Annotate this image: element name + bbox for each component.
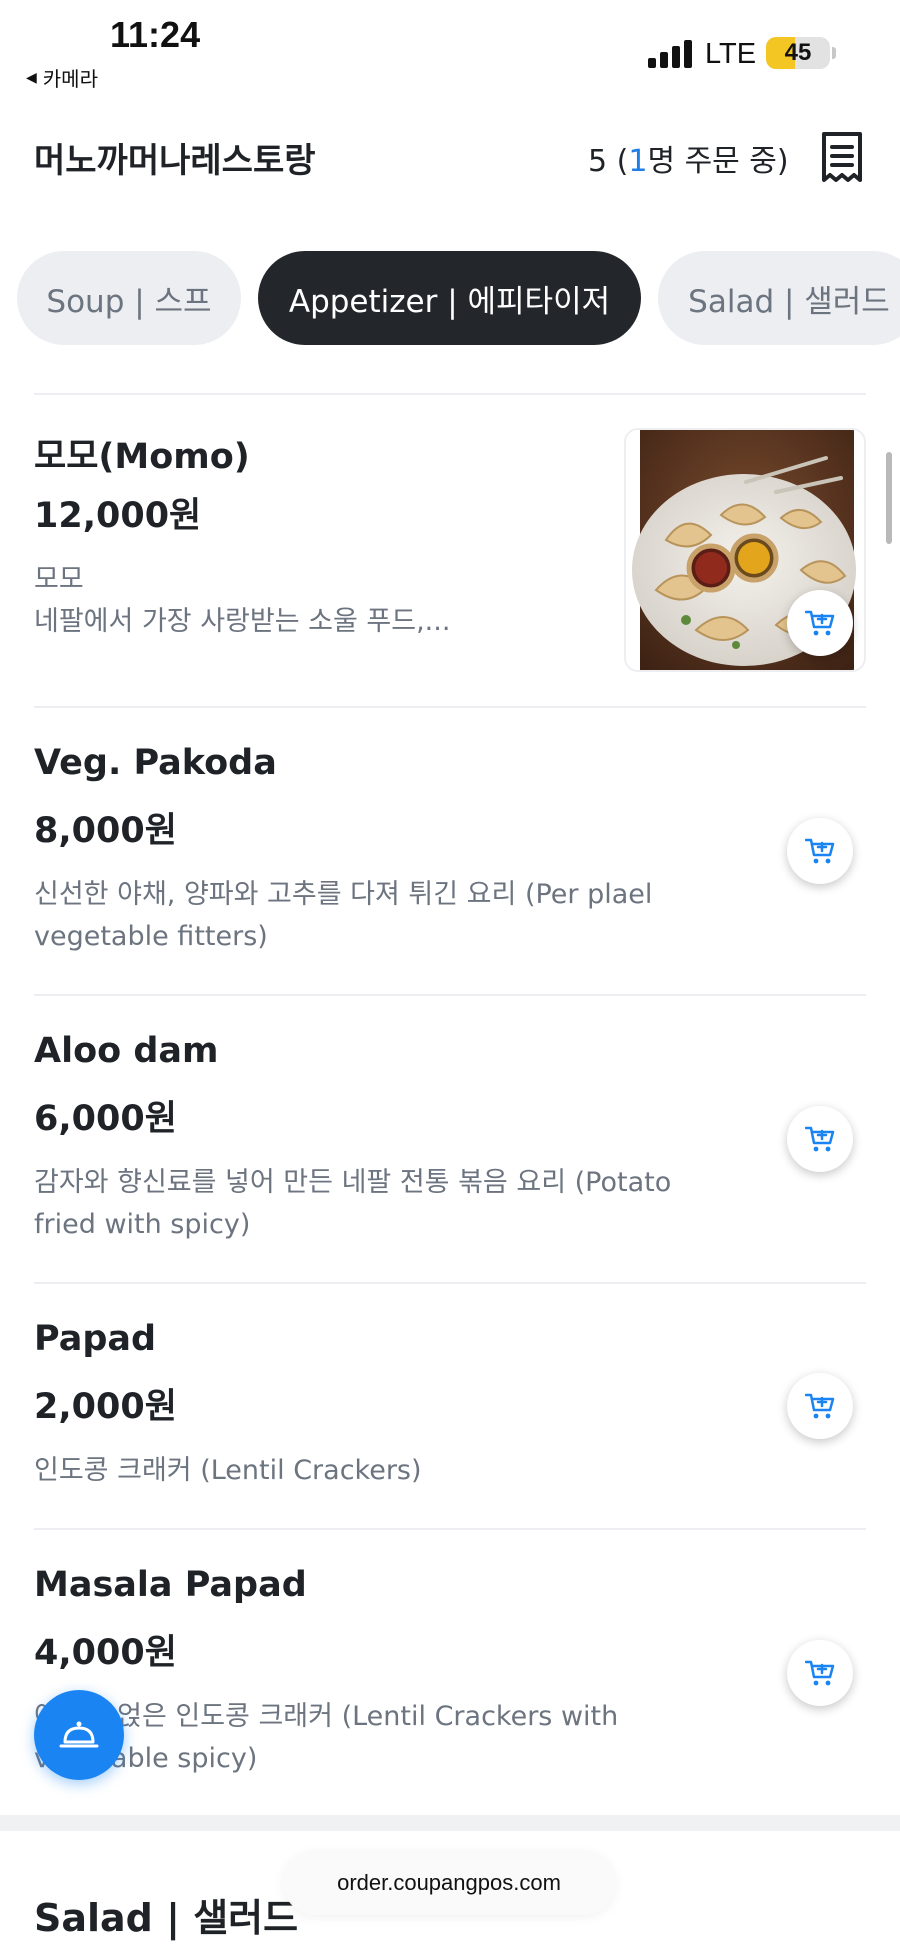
browser-url-bar[interactable]: order.coupangpos.com xyxy=(283,1851,615,1915)
network-type: LTE xyxy=(705,38,757,70)
category-tabs: Soup | 스프 Appetizer | 에피타이저 Salad | 샐러드 xyxy=(0,251,900,345)
section-title-salad: Salad | 샐러드 xyxy=(34,1896,299,1940)
item-name: Aloo dam xyxy=(34,1031,219,1071)
add-to-cart-button[interactable] xyxy=(787,1640,853,1706)
back-triangle-icon: ◀ xyxy=(26,69,37,86)
battery-percent: 45 xyxy=(784,39,812,66)
order-suffix: 명 주문 중) xyxy=(647,144,789,179)
order-count: 5 xyxy=(588,144,608,179)
menu-page: 11:24 ◀ 카메라 LTE 45 머노까머나레스토랑 5 (1명 주문 중)… xyxy=(0,0,900,1947)
add-to-cart-icon xyxy=(805,838,835,864)
add-to-cart-button[interactable] xyxy=(787,590,853,656)
divider xyxy=(34,1528,866,1530)
receipt-icon[interactable] xyxy=(818,131,866,183)
tab-soup[interactable]: Soup | 스프 xyxy=(17,251,241,345)
add-to-cart-button[interactable] xyxy=(787,1106,853,1172)
item-description: 모모 네팔에서 가장 사랑받는 소울 푸드,... xyxy=(34,564,451,637)
tab-salad[interactable]: Salad | 샐러드 xyxy=(658,251,900,345)
item-price: 8,000원 xyxy=(34,811,177,851)
add-to-cart-icon xyxy=(805,1660,835,1686)
item-price: 6,000원 xyxy=(34,1099,177,1139)
add-to-cart-icon xyxy=(805,610,835,636)
divider xyxy=(34,706,866,708)
back-to-app-link[interactable]: ◀ 카메라 xyxy=(26,63,98,92)
add-to-cart-icon xyxy=(805,1393,835,1419)
scrollbar[interactable] xyxy=(886,452,892,544)
add-to-cart-icon xyxy=(805,1126,835,1152)
item-description: 인도콩 크래커 (Lentil Crackers) xyxy=(34,1455,422,1486)
item-name: Veg. Pakoda xyxy=(34,743,277,783)
order-people-count: 1 xyxy=(628,144,648,179)
divider xyxy=(34,1282,866,1284)
item-description: 신선한 야채, 양파와 고추를 다져 튀긴 요리 (Per plael vege… xyxy=(34,879,653,952)
order-status[interactable]: 5 (1명 주문 중) xyxy=(588,136,789,180)
order-paren: ( xyxy=(607,144,629,179)
back-app-label: 카메라 xyxy=(42,67,98,91)
section-separator xyxy=(0,1815,900,1831)
status-time: 11:24 xyxy=(110,14,201,55)
battery-cap xyxy=(832,47,836,59)
cellular-signal-icon xyxy=(648,38,696,68)
item-description: 감자와 향신료를 넣어 만든 네팔 전통 볶음 요리 (Potato fried… xyxy=(34,1167,672,1240)
item-name: 모모(Momo) xyxy=(34,437,250,477)
item-name: Masala Papad xyxy=(34,1565,307,1605)
item-price: 2,000원 xyxy=(34,1387,177,1427)
item-price: 4,000원 xyxy=(34,1633,177,1673)
add-to-cart-button[interactable] xyxy=(787,818,853,884)
divider xyxy=(34,393,866,395)
divider xyxy=(34,994,866,996)
item-name: Papad xyxy=(34,1319,157,1359)
item-description: 야채를 얹은 인도콩 크래커 (Lentil Crackers with veg… xyxy=(34,1701,619,1774)
battery-icon: 45 xyxy=(766,37,830,69)
tab-appetizer[interactable]: Appetizer | 에피타이저 xyxy=(258,251,641,345)
call-staff-bell-icon xyxy=(59,1721,99,1748)
add-to-cart-button[interactable] xyxy=(787,1373,853,1439)
call-staff-button[interactable] xyxy=(34,1690,124,1780)
item-price: 12,000원 xyxy=(34,496,202,536)
restaurant-name: 머노까머나레스토랑 xyxy=(34,141,316,181)
